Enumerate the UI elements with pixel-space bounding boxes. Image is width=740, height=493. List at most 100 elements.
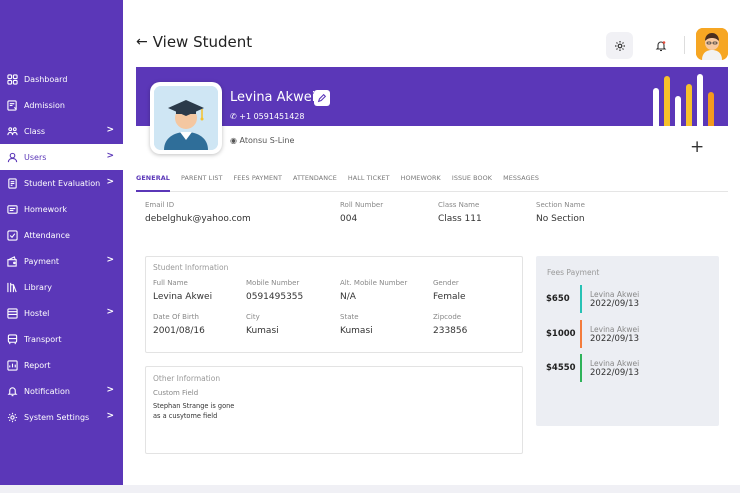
class-icon — [7, 126, 18, 137]
fees-payment-card: Fees Payment $650 Levina Akwei 2022/09/1… — [536, 256, 719, 426]
roll-number-field: Roll Number 004 — [340, 201, 383, 224]
student-location-text: Atonsu S-Line — [239, 136, 295, 145]
footer-strip — [0, 485, 740, 493]
library-icon — [7, 282, 18, 293]
sidebar-item-label: System Settings — [24, 412, 90, 422]
fee-amount: $4550 — [546, 363, 576, 373]
page-title: ← View Student — [136, 33, 252, 51]
section-name-label: Section Name — [536, 201, 585, 209]
profile-tabs: GENERAL PARENT LIST FEES PAYMENT ATTENDA… — [136, 174, 728, 192]
report-icon — [7, 359, 18, 371]
tab-fees-payment[interactable]: FEES PAYMENT — [233, 174, 282, 192]
dob-value: 2001/08/16 — [153, 326, 205, 336]
city-field: City Kumasi — [246, 313, 279, 336]
sidebar-item-label: Transport — [24, 334, 62, 344]
banner-bar — [686, 84, 692, 126]
sidebar-item-label: Class — [24, 126, 46, 136]
class-name-value: Class 111 — [438, 214, 482, 224]
alt-mobile-field: Alt. Mobile Number N/A — [340, 279, 407, 302]
sidebar-item-transport[interactable]: Transport — [0, 326, 123, 352]
back-arrow-icon[interactable]: ← — [136, 34, 148, 50]
sidebar-item-admission[interactable]: Admission — [0, 92, 123, 118]
sidebar-item-label: Admission — [24, 100, 65, 110]
gender-field: Gender Female — [433, 279, 466, 302]
chevron-right-icon: > — [106, 255, 114, 265]
tab-issue-book[interactable]: ISSUE BOOK — [452, 174, 492, 192]
header-divider — [684, 36, 685, 54]
graduate-avatar-icon — [154, 86, 218, 150]
location-pin-icon: ◉ — [230, 136, 237, 145]
gender-value: Female — [433, 292, 466, 302]
state-label: State — [340, 313, 359, 321]
sidebar-item-notification[interactable]: Notification > — [0, 378, 123, 404]
sidebar-item-homework[interactable]: Homework — [0, 196, 123, 222]
gear-icon — [614, 40, 625, 51]
settings-button[interactable] — [606, 32, 633, 59]
tab-homework[interactable]: HOMEWORK — [401, 174, 441, 192]
custom-field: Custom Field Stephan Strange is gone as … — [153, 389, 239, 421]
email-value: debelghuk@yahoo.com — [145, 214, 251, 224]
fee-student-name: Levina Akwei — [590, 289, 640, 299]
fee-item: $1000 Levina Akwei 2022/09/13 — [546, 320, 639, 348]
email-field: Email ID debelghuk@yahoo.com — [145, 201, 251, 224]
profile-photo — [150, 82, 222, 154]
sidebar-item-label: Dashboard — [24, 74, 68, 84]
email-label: Email ID — [145, 201, 175, 209]
dob-field: Date Of Birth 2001/08/16 — [153, 313, 205, 336]
sidebar-item-student-evaluation[interactable]: Student Evaluation > — [0, 170, 123, 196]
page-title-text: View Student — [152, 33, 253, 51]
edit-profile-button[interactable] — [314, 90, 330, 106]
city-label: City — [246, 313, 260, 321]
state-value: Kumasi — [340, 326, 373, 336]
student-location: ◉ Atonsu S-Line — [230, 136, 294, 145]
sidebar-item-label: Report — [24, 360, 51, 370]
sidebar-item-label: Notification — [24, 386, 70, 396]
state-field: State Kumasi — [340, 313, 373, 336]
sidebar-item-system-settings[interactable]: System Settings > — [0, 404, 123, 430]
notification-button[interactable] — [647, 32, 674, 59]
sidebar-item-label: Student Evaluation — [24, 178, 101, 188]
sidebar-item-payment[interactable]: Payment > — [0, 248, 123, 274]
roll-number-label: Roll Number — [340, 201, 384, 209]
payment-icon — [7, 255, 18, 267]
sidebar-item-label: Library — [24, 282, 52, 292]
tab-hall-ticket[interactable]: HALL TICKET — [348, 174, 390, 192]
banner-bars-decoration — [653, 74, 714, 126]
attendance-icon — [7, 229, 18, 241]
zipcode-label: Zipcode — [433, 313, 462, 321]
alt-mobile-value: N/A — [340, 292, 356, 302]
user-avatar[interactable] — [696, 28, 728, 60]
custom-field-label: Custom Field — [153, 389, 199, 397]
sidebar-item-class[interactable]: Class > — [0, 118, 123, 144]
student-info-title: Student Information — [153, 263, 229, 272]
add-button[interactable]: + — [690, 137, 704, 157]
tab-attendance[interactable]: ATTENDANCE — [293, 174, 337, 192]
grid-icon — [7, 73, 18, 85]
fee-date: 2022/09/13 — [590, 298, 639, 309]
sidebar-item-users[interactable]: Users > — [0, 144, 123, 170]
zipcode-value: 233856 — [433, 326, 468, 336]
tab-parent-list[interactable]: PARENT LIST — [181, 174, 223, 192]
sidebar-item-attendance[interactable]: Attendance — [0, 222, 123, 248]
sidebar-item-dashboard[interactable]: Dashboard — [0, 66, 123, 92]
sidebar-item-hostel[interactable]: Hostel > — [0, 300, 123, 326]
sidebar-item-label: Payment — [24, 256, 60, 266]
fee-item: $650 Levina Akwei 2022/09/13 — [546, 285, 639, 313]
fee-amount: $650 — [546, 294, 570, 304]
sidebar-item-report[interactable]: Report — [0, 352, 123, 378]
transport-icon — [7, 333, 18, 345]
roll-number-value: 004 — [340, 214, 358, 224]
section-name-value: No Section — [536, 214, 585, 224]
chevron-right-icon: > — [106, 177, 114, 187]
student-phone: ✆ +1 0591451428 — [230, 112, 304, 121]
chevron-right-icon: > — [106, 125, 114, 135]
tab-general[interactable]: GENERAL — [136, 174, 170, 192]
sidebar-item-label: Hostel — [24, 308, 50, 318]
bell-icon — [655, 40, 666, 51]
banner-bar — [675, 96, 681, 126]
tab-messages[interactable]: MESSAGES — [503, 174, 539, 192]
fee-student-name: Levina Akwei — [590, 358, 640, 368]
fee-amount: $1000 — [546, 329, 576, 339]
profile-banner — [136, 67, 728, 126]
sidebar-item-library[interactable]: Library — [0, 274, 123, 300]
